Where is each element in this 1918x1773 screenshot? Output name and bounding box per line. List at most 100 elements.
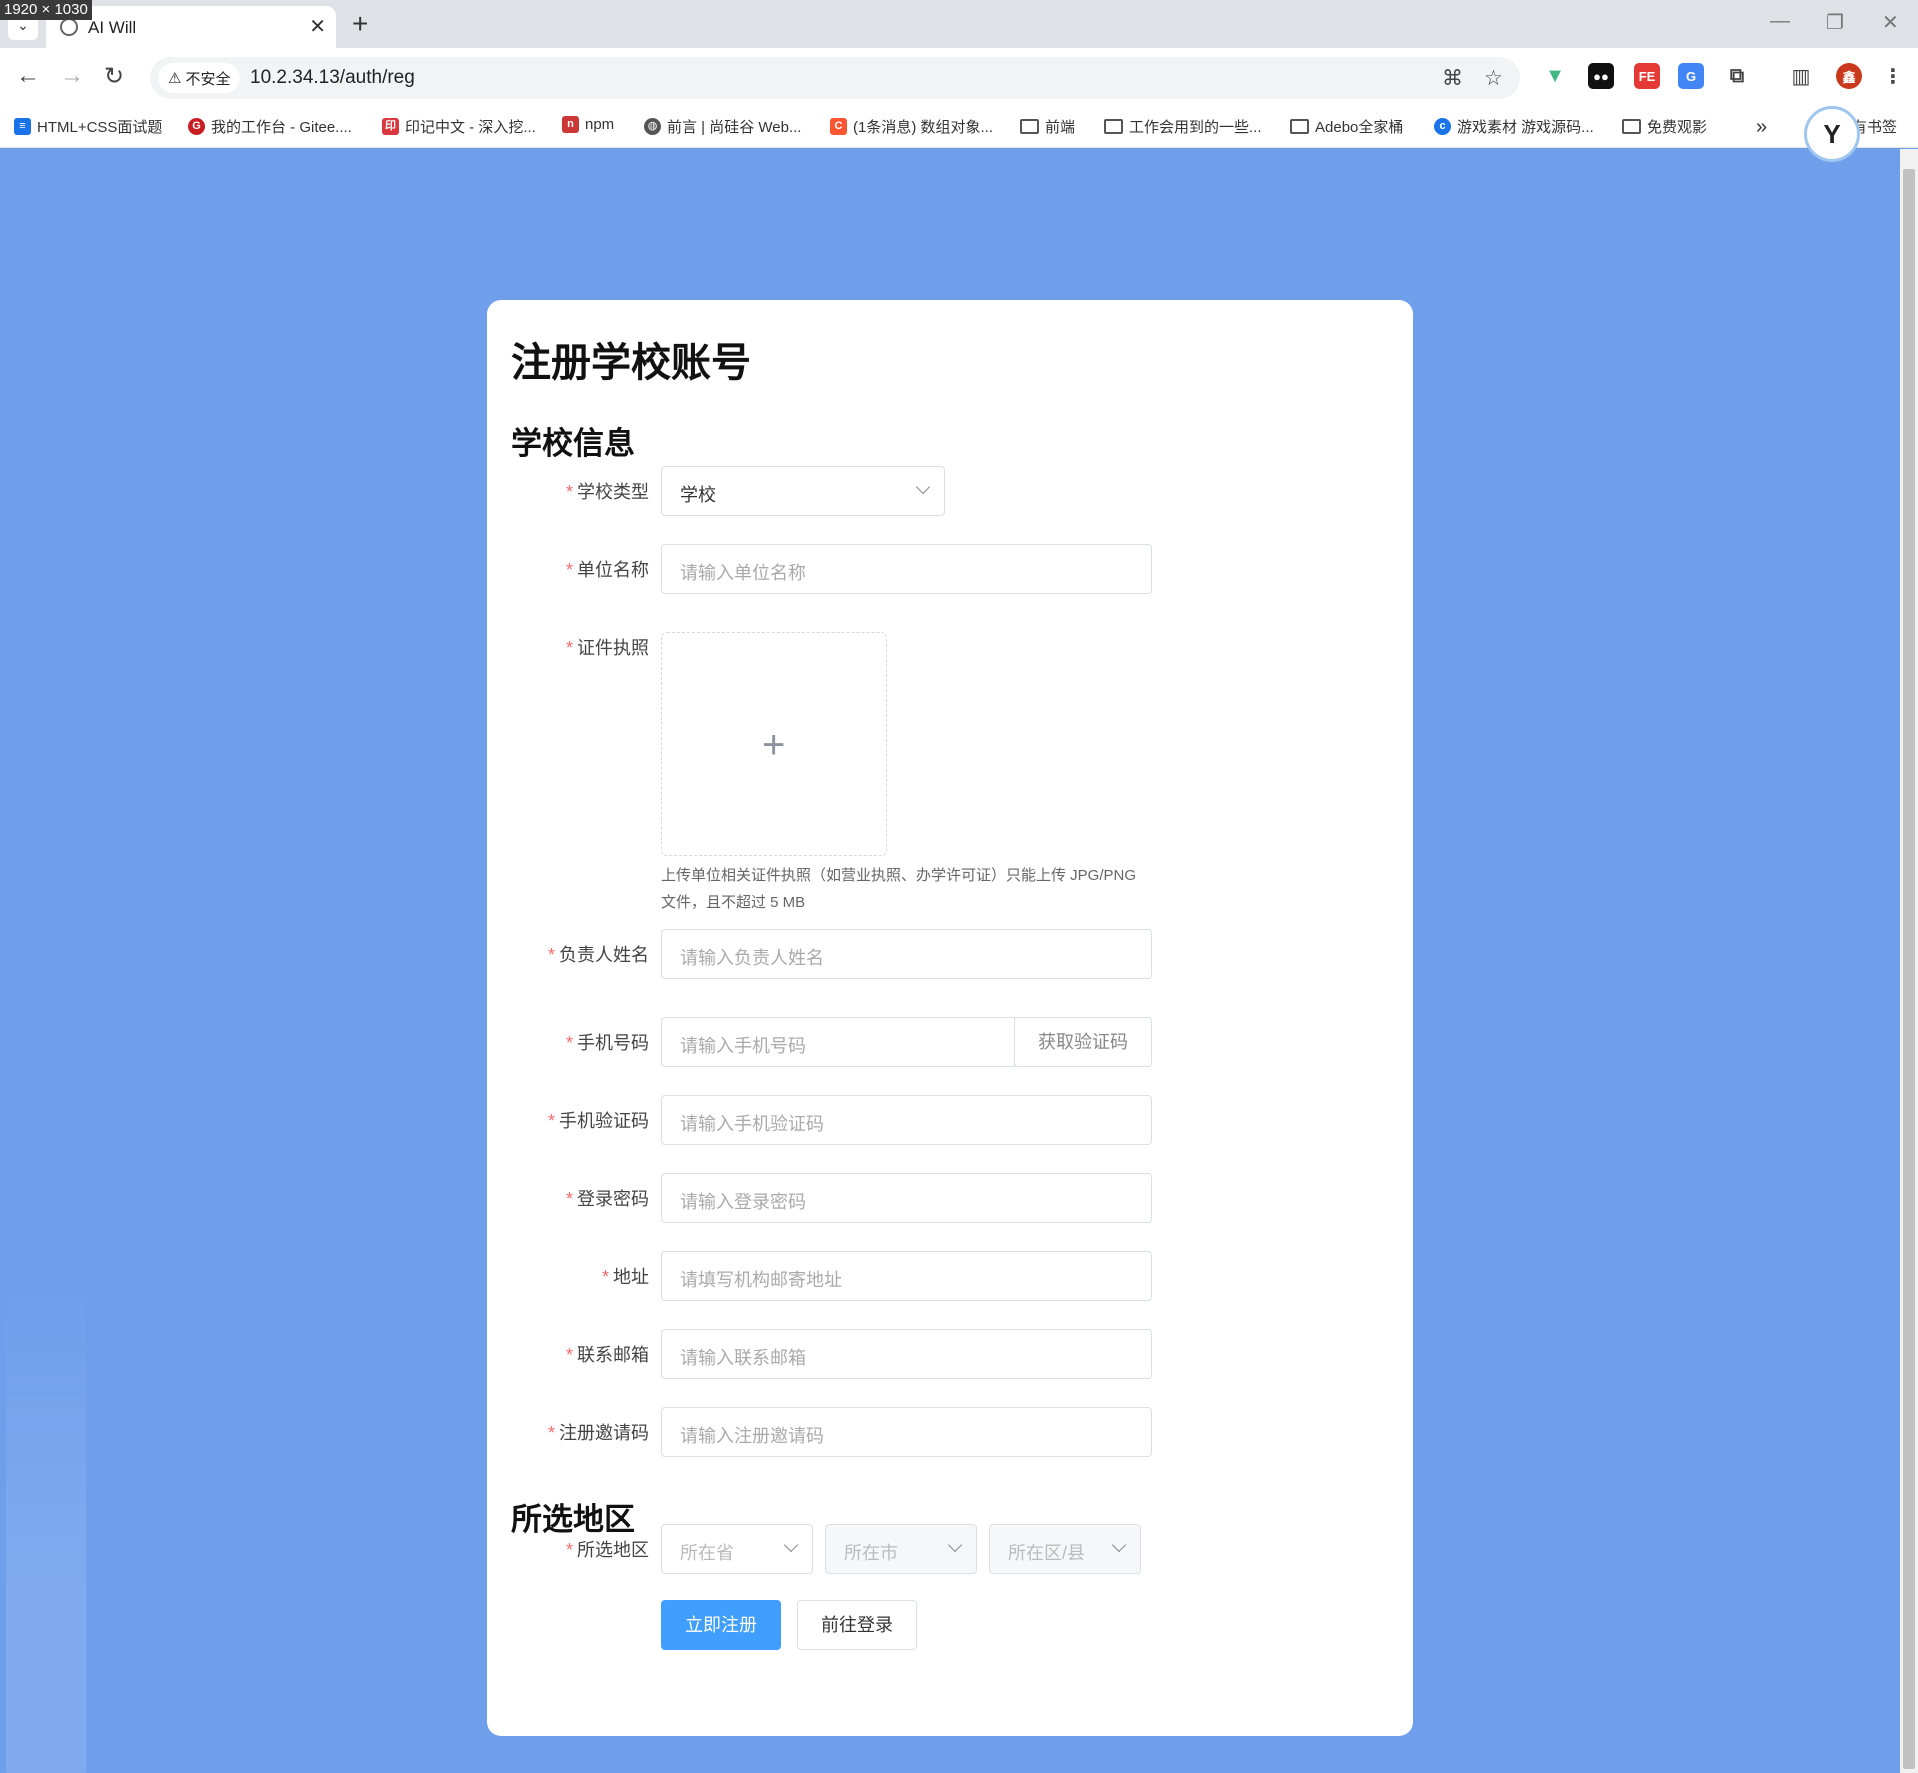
bookmark-label: 前端 xyxy=(1045,119,1076,136)
section-title-region: 所选地区 xyxy=(511,1502,635,1537)
required-mark: * xyxy=(547,1423,555,1443)
required-mark: * xyxy=(565,1540,573,1560)
bookmark-label: npm xyxy=(585,116,615,133)
menu-dots-icon[interactable]: ⋮ xyxy=(1880,63,1906,89)
chevron-down-icon xyxy=(915,479,931,495)
bookmark-label: HTML+CSS面试题 xyxy=(37,119,163,136)
required-mark: * xyxy=(565,1189,573,1209)
browser-tab-bar: ⌄ AI Will ✕ + — ❐ ✕ xyxy=(0,0,1918,48)
bookmark-star-icon[interactable]: ☆ xyxy=(1484,66,1503,91)
bookmarks-bar: ≡ HTML+CSS面试题 G 我的工作台 - Gitee.... 印 印记中文… xyxy=(0,108,1918,148)
email-label: * 联系邮箱 xyxy=(497,1341,649,1367)
bookmark-label: 我的工作台 - Gitee.... xyxy=(211,119,352,136)
bookmark-folder[interactable]: Adebo全家桶 xyxy=(1290,116,1403,137)
bookmarks-overflow-button[interactable]: » xyxy=(1756,116,1767,139)
bookmark-item[interactable]: C (1条消息) 数组对象... xyxy=(830,116,993,137)
select-placeholder: 所在市 xyxy=(844,1543,898,1563)
bookmark-label: Adebo全家桶 xyxy=(1315,119,1404,136)
translate-icon[interactable]: ⌘ xyxy=(1442,66,1463,91)
bookmark-folder[interactable]: 免费观影 xyxy=(1622,116,1707,137)
get-verify-code-button[interactable]: 获取验证码 xyxy=(1014,1017,1152,1067)
bookmark-folder[interactable]: 前端 xyxy=(1020,116,1075,137)
principal-name-label: * 负责人姓名 xyxy=(497,941,649,967)
bookmark-item[interactable]: 印 印记中文 - 深入挖... xyxy=(382,116,536,137)
folder-icon xyxy=(1622,119,1641,134)
bookmark-item[interactable]: ≡ HTML+CSS面试题 xyxy=(14,116,162,137)
school-type-select[interactable]: 学校 xyxy=(661,466,945,516)
email-input[interactable]: 请输入联系邮箱 xyxy=(661,1329,1152,1379)
label-text: 证件执照 xyxy=(577,638,649,658)
globe-icon: ◍ xyxy=(644,118,661,135)
password-input[interactable]: 请输入登录密码 xyxy=(661,1173,1152,1223)
address-input[interactable]: 请填写机构邮寄地址 xyxy=(661,1251,1152,1301)
phone-label: * 手机号码 xyxy=(497,1029,649,1055)
phone-code-input[interactable]: 请输入手机验证码 xyxy=(661,1095,1152,1145)
bookmark-item[interactable]: G 我的工作台 - Gitee.... xyxy=(188,116,352,137)
address-label: * 地址 xyxy=(497,1263,649,1289)
bookmark-item[interactable]: c 游戏素材 游戏源码... xyxy=(1434,116,1594,137)
vue-devtools-icon[interactable]: ▼ xyxy=(1542,63,1568,89)
label-text: 手机验证码 xyxy=(559,1111,649,1131)
required-mark: * xyxy=(547,1111,555,1131)
unit-name-input[interactable]: 请输入单位名称 xyxy=(661,544,1152,594)
extension-icon[interactable]: ●● xyxy=(1588,63,1614,89)
screen-size-badge: 1920 × 1030 xyxy=(0,0,92,20)
minimize-icon[interactable]: — xyxy=(1770,10,1790,33)
restore-icon[interactable]: ❐ xyxy=(1826,10,1844,35)
plus-icon: + xyxy=(762,723,786,767)
page-scrollbar[interactable] xyxy=(1900,149,1918,1773)
folder-icon xyxy=(1290,119,1309,134)
label-text: 注册邀请码 xyxy=(559,1423,649,1443)
bookmark-label: 工作会用到的一些... xyxy=(1129,119,1262,136)
required-mark: * xyxy=(601,1267,609,1287)
principal-name-input[interactable]: 请输入负责人姓名 xyxy=(661,929,1152,979)
profile-avatar[interactable]: 鑫 xyxy=(1836,63,1862,89)
npm-icon: n xyxy=(562,116,579,133)
bookmark-folder[interactable]: 工作会用到的一些... xyxy=(1104,116,1262,137)
region-label: * 所选地区 xyxy=(497,1536,649,1562)
google-translate-icon[interactable]: G xyxy=(1678,63,1704,89)
floating-assistant-icon[interactable]: Y xyxy=(1804,106,1860,162)
tab-close-button[interactable]: ✕ xyxy=(309,14,326,39)
bookmark-item[interactable]: ◍ 前言 | 尚硅谷 Web... xyxy=(644,116,801,137)
select-placeholder: 所在省 xyxy=(680,1543,734,1563)
gitee-icon: G xyxy=(188,118,205,135)
district-select[interactable]: 所在区/县 xyxy=(989,1524,1141,1574)
security-chip[interactable]: ⚠ 不安全 xyxy=(158,63,241,93)
label-text: 学校类型 xyxy=(577,482,649,502)
label-text: 联系邮箱 xyxy=(577,1345,649,1365)
back-arrow-icon[interactable]: ← xyxy=(16,62,40,90)
url-text[interactable]: 10.2.34.13/auth/reg xyxy=(250,67,415,89)
tab-title: AI Will xyxy=(88,18,137,37)
label-text: 所选地区 xyxy=(577,1540,649,1560)
window-close-icon[interactable]: ✕ xyxy=(1882,10,1899,35)
label-text: 登录密码 xyxy=(577,1189,649,1209)
license-upload-box[interactable]: + xyxy=(661,632,887,856)
phone-input[interactable]: 请输入手机号码 xyxy=(661,1017,1015,1067)
scrollbar-thumb[interactable] xyxy=(1903,169,1915,1769)
city-select[interactable]: 所在市 xyxy=(825,1524,977,1574)
password-label: * 登录密码 xyxy=(497,1185,649,1211)
register-button[interactable]: 立即注册 xyxy=(661,1600,781,1650)
forward-arrow-icon[interactable]: → xyxy=(60,62,84,90)
extensions-puzzle-icon[interactable]: ⧉ xyxy=(1724,63,1750,89)
section-title-school: 学校信息 xyxy=(511,426,635,461)
bookmark-label: 印记中文 - 深入挖... xyxy=(405,119,536,136)
go-login-button[interactable]: 前往登录 xyxy=(797,1600,917,1650)
required-mark: * xyxy=(565,1033,573,1053)
bookmark-item[interactable]: n npm xyxy=(562,116,614,133)
tab-favicon-icon xyxy=(60,18,78,36)
province-select[interactable]: 所在省 xyxy=(661,1524,813,1574)
fe-helper-icon[interactable]: FE xyxy=(1634,63,1660,89)
browser-toolbar: ← → ↻ ⚠ 不安全 10.2.34.13/auth/reg ⌘ ☆ ▼ ●●… xyxy=(0,48,1918,108)
label-text: 地址 xyxy=(613,1267,649,1287)
unit-name-label: * 单位名称 xyxy=(497,556,649,582)
address-bar[interactable]: ⚠ 不安全 10.2.34.13/auth/reg ⌘ ☆ xyxy=(150,57,1520,99)
side-panel-icon[interactable]: ▥ xyxy=(1788,63,1814,89)
new-tab-button[interactable]: + xyxy=(352,8,368,40)
label-text: 负责人姓名 xyxy=(559,945,649,965)
csdn-icon: C xyxy=(830,118,847,135)
invite-code-input[interactable]: 请输入注册邀请码 xyxy=(661,1407,1152,1457)
reload-icon[interactable]: ↻ xyxy=(104,62,124,91)
security-label: 不安全 xyxy=(185,70,231,88)
